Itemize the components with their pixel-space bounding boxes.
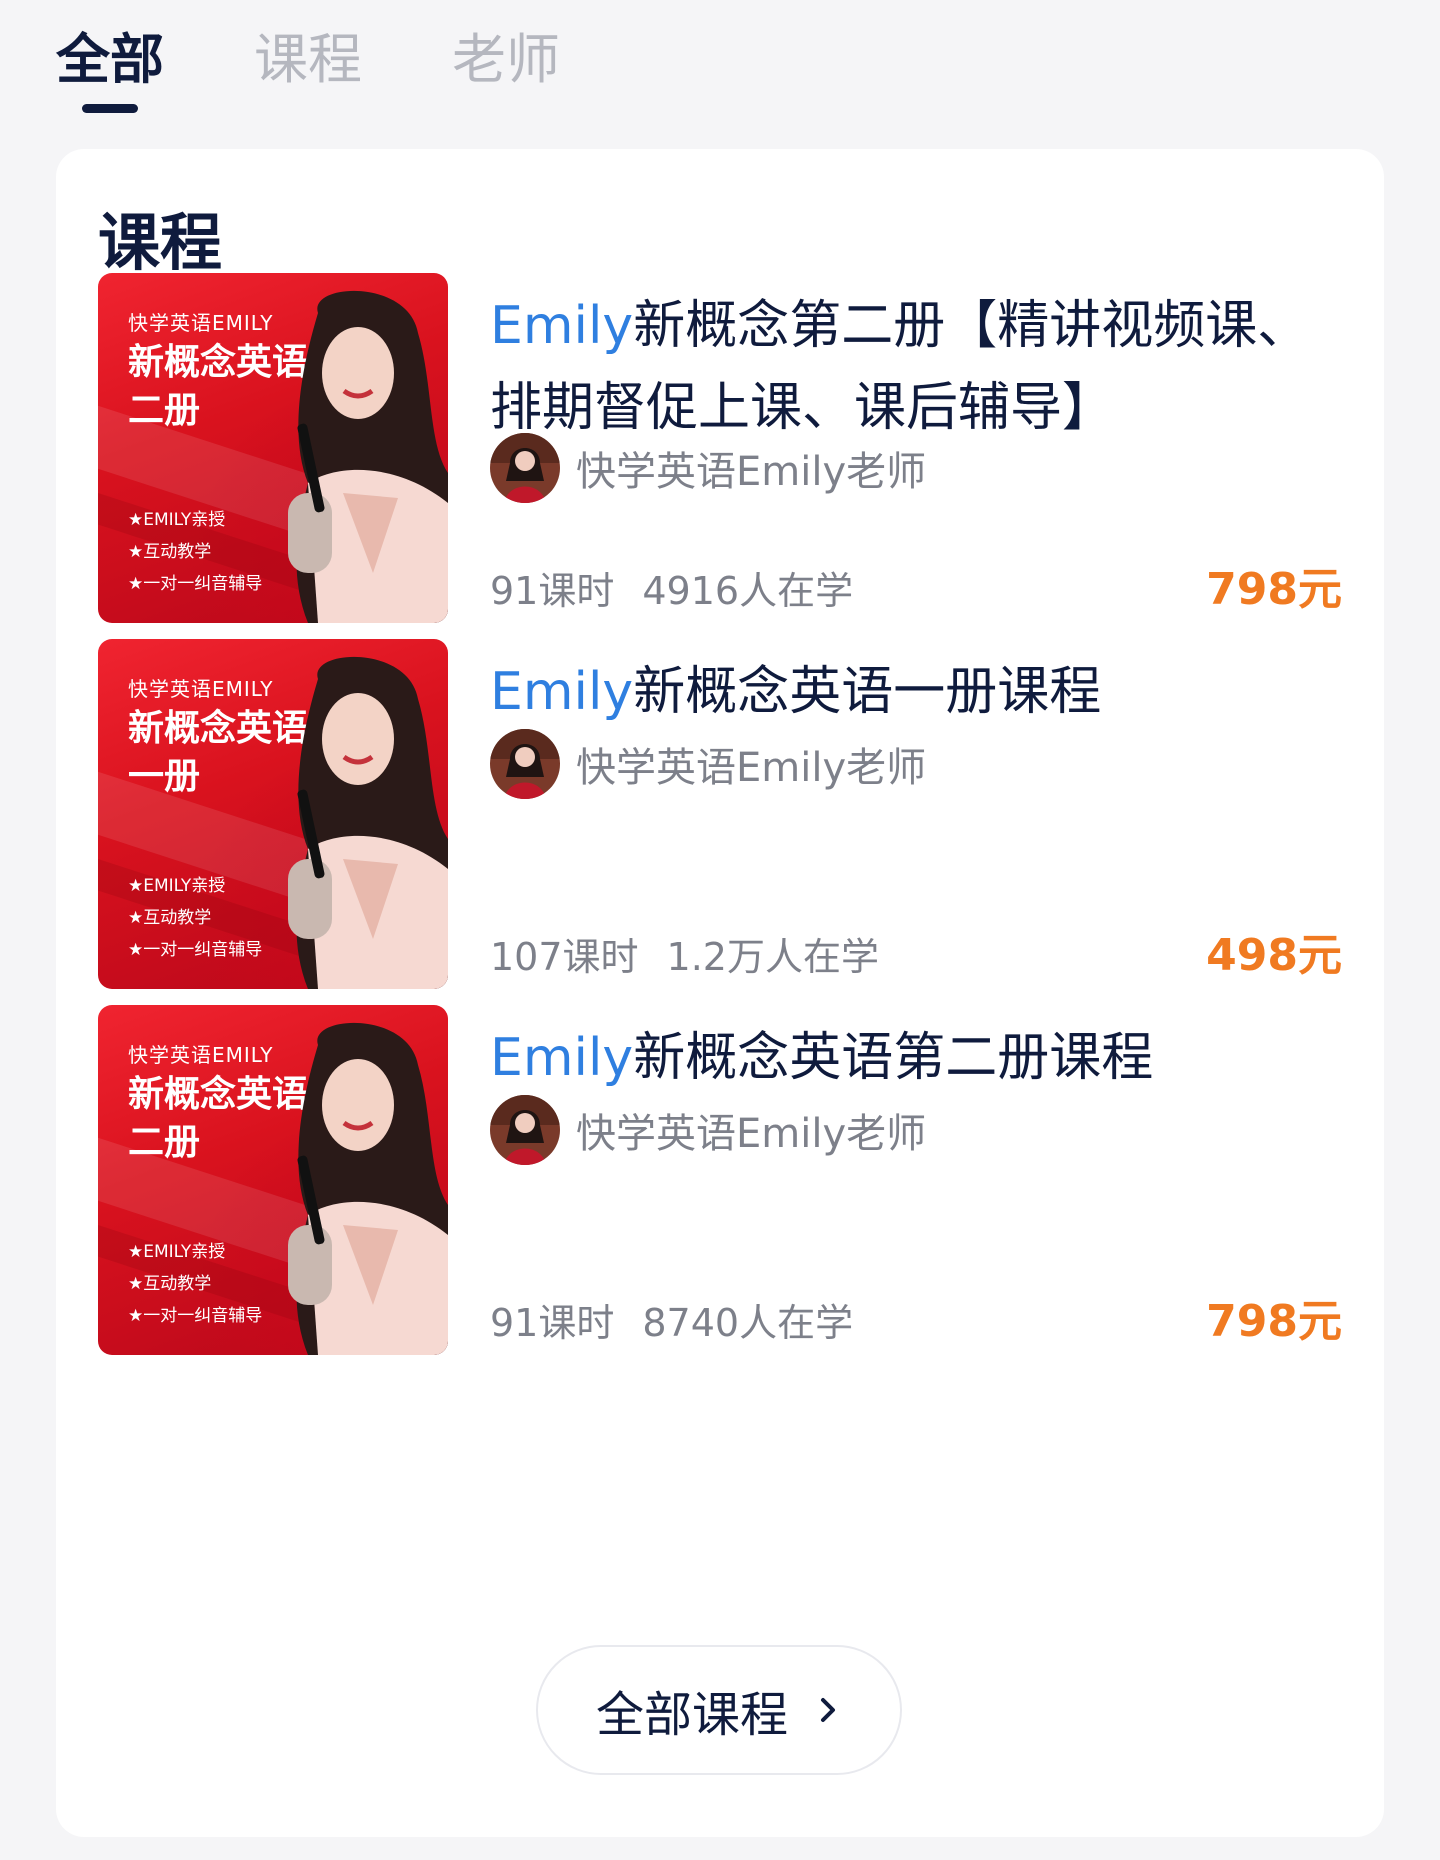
tab-bar: 全部 课程 老师 — [56, 0, 650, 130]
thumbnail-feature: ★一对一纠音辅导 — [128, 940, 263, 960]
course-info: Emily新概念第二册【精讲视频课、排期督促上课、课后辅导】 快学英语Emily… — [490, 273, 1342, 623]
course-thumbnail[interactable]: 快学英语EMILY 新概念英语 一册 ★EMILY亲授 ★互动教学 ★一对一纠音… — [98, 639, 448, 989]
thumbnail-feature: ★一对一纠音辅导 — [128, 574, 263, 594]
thumbnail-feature: ★EMILY亲授 — [128, 876, 226, 896]
thumbnail-feature: ★互动教学 — [128, 908, 212, 928]
thumbnail-feature: ★EMILY亲授 — [128, 510, 226, 530]
thumbnail-feature: ★EMILY亲授 — [128, 1242, 226, 1262]
course-title-highlight: Emily — [490, 662, 634, 722]
lesson-count: 91课时 — [490, 569, 615, 613]
course-teacher[interactable]: 快学英语Emily老师 — [490, 433, 926, 503]
teacher-portrait-image — [288, 656, 448, 989]
course-teacher[interactable]: 快学英语Emily老师 — [490, 729, 926, 799]
teacher-avatar — [490, 1095, 560, 1165]
tab-teachers[interactable]: 老师 — [452, 30, 560, 90]
section-title: 课程 — [98, 206, 223, 279]
course-title-text: 新概念英语一册课程 — [633, 662, 1102, 722]
chevron-right-icon — [821, 1698, 835, 1722]
course-meta: 91课时 8740人在学 — [490, 1292, 853, 1347]
course-meta: 91课时 4916人在学 — [490, 560, 853, 615]
teacher-avatar — [490, 729, 560, 799]
course-meta: 107课时 1.2万人在学 — [490, 926, 879, 981]
course-price: 798元 — [1206, 564, 1342, 615]
courses-card: 课程 快学英语EMILY 新概念英语 二册 ★EMILY亲授 ★互动教学 ★一对… — [56, 149, 1384, 1837]
lesson-count: 91课时 — [490, 1301, 615, 1345]
course-item[interactable]: 快学英语EMILY 新概念英语 一册 ★EMILY亲授 ★互动教学 ★一对一纠音… — [98, 639, 1342, 989]
lesson-count: 107课时 — [490, 935, 639, 979]
course-thumbnail[interactable]: 快学英语EMILY 新概念英语 二册 ★EMILY亲授 ★互动教学 ★一对一纠音… — [98, 273, 448, 623]
course-title[interactable]: Emily新概念第二册【精讲视频课、排期督促上课、课后辅导】 — [490, 285, 1342, 449]
course-teacher[interactable]: 快学英语Emily老师 — [490, 1095, 926, 1165]
course-title[interactable]: Emily新概念英语一册课程 — [490, 651, 1342, 733]
course-price: 498元 — [1206, 930, 1342, 981]
course-item[interactable]: 快学英语EMILY 新概念英语 二册 ★EMILY亲授 ★互动教学 ★一对一纠音… — [98, 1005, 1342, 1355]
learner-count: 8740人在学 — [642, 1301, 854, 1345]
course-info: Emily新概念英语第二册课程 快学英语Emily老师 91课时 8740人在学 … — [490, 1005, 1342, 1355]
thumbnail-feature: ★一对一纠音辅导 — [128, 1306, 263, 1326]
course-price: 798元 — [1206, 1296, 1342, 1347]
learner-count: 4916人在学 — [642, 569, 854, 613]
course-thumbnail[interactable]: 快学英语EMILY 新概念英语 二册 ★EMILY亲授 ★互动教学 ★一对一纠音… — [98, 1005, 448, 1355]
tab-courses[interactable]: 课程 — [254, 30, 362, 90]
course-title[interactable]: Emily新概念英语第二册课程 — [490, 1017, 1342, 1099]
teacher-avatar — [490, 433, 560, 503]
teacher-portrait-image — [288, 290, 448, 623]
all-courses-button[interactable]: 全部课程 — [536, 1645, 902, 1775]
tab-all[interactable]: 全部 — [56, 30, 164, 113]
course-item[interactable]: 快学英语EMILY 新概念英语 二册 ★EMILY亲授 ★互动教学 ★一对一纠音… — [98, 273, 1342, 623]
learner-count: 1.2万人在学 — [666, 935, 879, 979]
thumbnail-feature: ★互动教学 — [128, 542, 212, 562]
teacher-name: 快学英语Emily老师 — [576, 745, 927, 791]
course-title-text: 新概念英语第二册课程 — [633, 1028, 1154, 1088]
course-title-highlight: Emily — [490, 1028, 634, 1088]
teacher-portrait-image — [288, 1022, 448, 1355]
teacher-name: 快学英语Emily老师 — [576, 1111, 927, 1157]
thumbnail-feature: ★互动教学 — [128, 1274, 212, 1294]
course-info: Emily新概念英语一册课程 快学英语Emily老师 107课时 1.2万人在学 … — [490, 639, 1342, 989]
all-courses-label: 全部课程 — [595, 1687, 788, 1743]
course-title-highlight: Emily — [490, 296, 634, 356]
teacher-name: 快学英语Emily老师 — [576, 449, 927, 495]
